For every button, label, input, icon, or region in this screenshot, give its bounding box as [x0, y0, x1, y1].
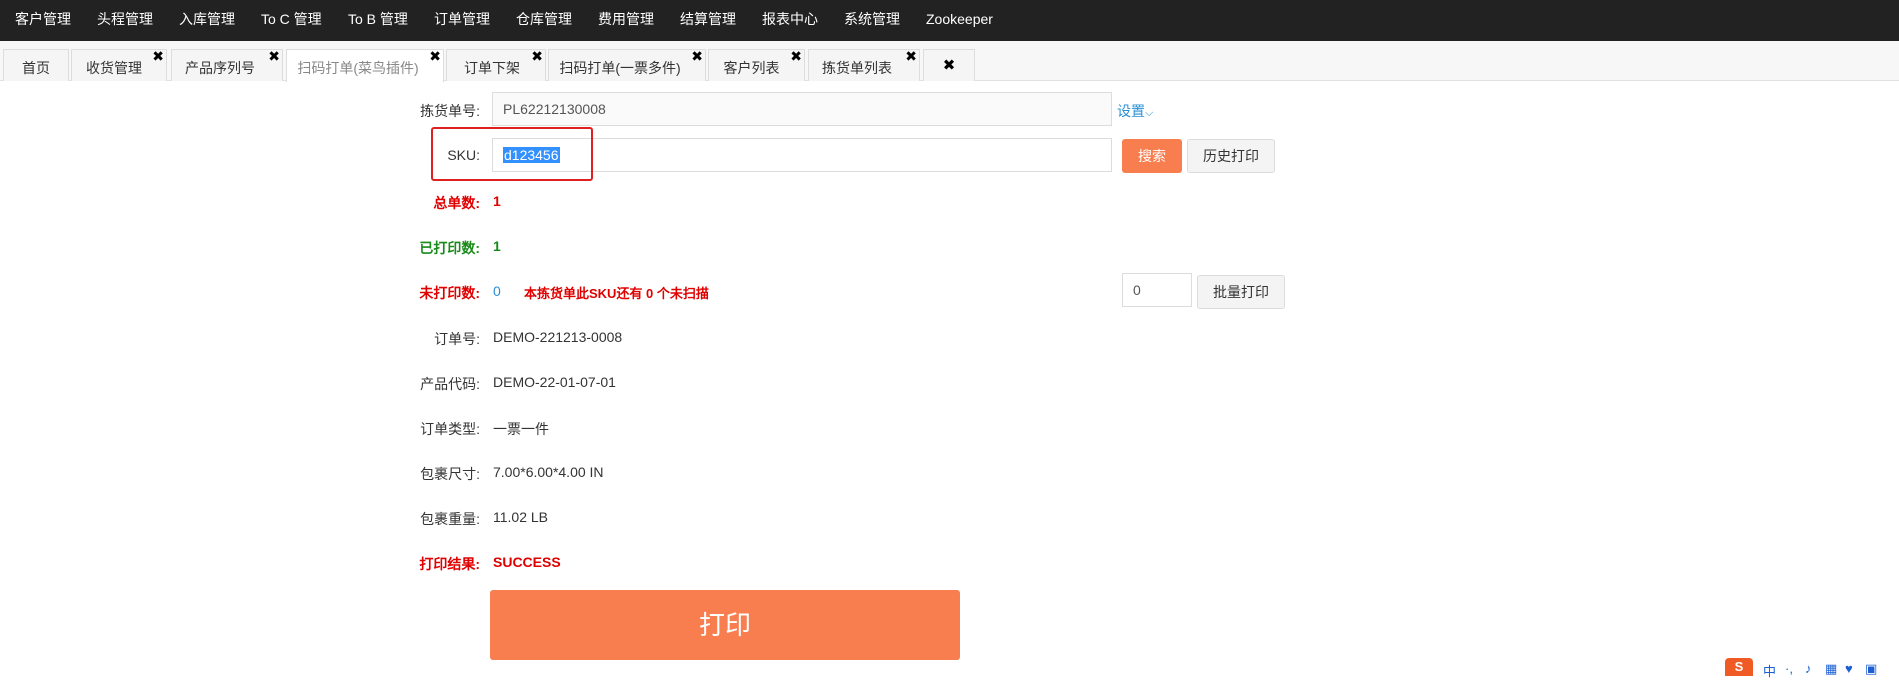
package-size-label: 包裹尺寸:	[420, 466, 480, 482]
batch-print-button[interactable]: 批量打印	[1197, 275, 1285, 309]
nav-first-leg-management[interactable]: 头程管理	[97, 0, 153, 41]
picklist-label: 拣货单号:	[420, 103, 480, 119]
close-icon[interactable]: ✖	[691, 48, 703, 64]
tab-label: 客户列表	[723, 60, 780, 76]
order-type-label: 订单类型:	[420, 421, 480, 437]
tab-customer-list[interactable]: 客户列表 ✖	[708, 48, 805, 81]
batch-quantity-input[interactable]: 0	[1122, 273, 1192, 307]
total-count-label: 总单数:	[433, 195, 480, 211]
history-print-button[interactable]: 历史打印	[1187, 139, 1275, 173]
tab-bar: 首页 收货管理 ✖ 产品序列号 ✖ 扫码打单(菜鸟插件) ✖ 订单下架 ✖ 扫码…	[0, 41, 1899, 82]
close-icon[interactable]: ✖	[790, 48, 802, 64]
ime-skin-icon[interactable]: ♥	[1845, 661, 1853, 676]
package-weight-label: 包裹重量:	[420, 511, 480, 527]
picklist-input[interactable]: PL62212130008	[492, 92, 1112, 126]
close-icon[interactable]: ✖	[268, 48, 280, 64]
order-type-value: 一票一件	[493, 421, 549, 437]
search-button[interactable]: 搜索	[1122, 139, 1182, 173]
order-no-value: DEMO-221213-0008	[493, 329, 623, 345]
close-all-tabs-button[interactable]: ✖	[923, 49, 975, 81]
ime-punctuation-icon[interactable]: ·,	[1785, 661, 1793, 676]
settings-link[interactable]: 设置⌵	[1117, 101, 1153, 121]
tab-label: 首页	[22, 60, 50, 76]
tab-label: 收货管理	[86, 60, 142, 76]
tab-scan-print-cainiao[interactable]: 扫码打单(菜鸟插件) ✖	[286, 48, 444, 82]
nav-tob-management[interactable]: To B 管理	[348, 0, 408, 41]
close-icon[interactable]: ✖	[531, 48, 543, 64]
nav-toc-management[interactable]: To C 管理	[261, 0, 322, 41]
unprinted-message: 本拣货单此SKU还有 0 个未扫描	[524, 286, 709, 301]
sogou-ime-icon[interactable]: S	[1725, 658, 1753, 676]
tab-picklist-list[interactable]: 拣货单列表 ✖	[808, 48, 920, 81]
nav-settlement-management[interactable]: 结算管理	[680, 0, 736, 41]
package-size-value: 7.00*6.00*4.00 IN	[493, 464, 604, 480]
tab-label: 扫码打单(菜鸟插件)	[297, 60, 419, 76]
package-weight-value: 11.02 LB	[493, 509, 549, 525]
nav-report-center[interactable]: 报表中心	[762, 0, 818, 41]
tab-receiving-management[interactable]: 收货管理 ✖	[71, 48, 167, 81]
nav-fee-management[interactable]: 费用管理	[598, 0, 654, 41]
ime-voice-icon[interactable]: ♪	[1805, 661, 1812, 676]
printed-count-value: 1	[493, 238, 501, 254]
close-icon[interactable]: ✖	[429, 48, 441, 64]
unprinted-count-value: 0	[493, 283, 501, 299]
print-button[interactable]: 打印	[490, 590, 960, 660]
printed-count-label: 已打印数:	[419, 240, 480, 256]
ime-toolbar: S 中 ·, ♪ ▦ ♥ ▣	[1725, 655, 1899, 679]
tab-order-unshelve[interactable]: 订单下架 ✖	[446, 48, 546, 81]
sku-highlight-box	[431, 127, 593, 181]
tab-label: 订单下架	[464, 60, 520, 76]
tab-label: 扫码打单(一票多件)	[559, 60, 681, 76]
nav-system-management[interactable]: 系统管理	[844, 0, 900, 41]
nav-inbound-management[interactable]: 入库管理	[179, 0, 235, 41]
total-count-value: 1	[493, 193, 501, 209]
tab-label: 拣货单列表	[822, 60, 892, 76]
tab-product-serial[interactable]: 产品序列号 ✖	[171, 48, 283, 81]
chevron-down-icon: ⌵	[1145, 107, 1154, 119]
nav-order-management[interactable]: 订单管理	[434, 0, 490, 41]
print-result-value: SUCCESS	[493, 554, 561, 570]
unprinted-count-label: 未打印数:	[419, 285, 480, 301]
ime-language-icon[interactable]: 中	[1763, 661, 1776, 680]
close-icon[interactable]: ✖	[152, 48, 164, 64]
print-result-label: 打印结果:	[419, 556, 480, 572]
order-no-label: 订单号:	[434, 331, 480, 347]
top-nav-bar: 客户管理 头程管理 入库管理 To C 管理 To B 管理 订单管理 仓库管理…	[0, 0, 1899, 41]
close-all-icon: ✖	[942, 57, 956, 74]
settings-label: 设置	[1117, 103, 1145, 119]
tab-home[interactable]: 首页	[3, 49, 69, 81]
close-icon[interactable]: ✖	[905, 48, 917, 64]
product-code-label: 产品代码:	[420, 376, 480, 392]
nav-customer-management[interactable]: 客户管理	[15, 0, 71, 41]
tab-label: 产品序列号	[185, 60, 255, 76]
nav-warehouse-management[interactable]: 仓库管理	[516, 0, 572, 41]
tab-scan-print-multi[interactable]: 扫码打单(一票多件) ✖	[548, 48, 706, 81]
product-code-value: DEMO-22-01-07-01	[493, 374, 616, 390]
nav-zookeeper[interactable]: Zookeeper	[926, 0, 993, 41]
